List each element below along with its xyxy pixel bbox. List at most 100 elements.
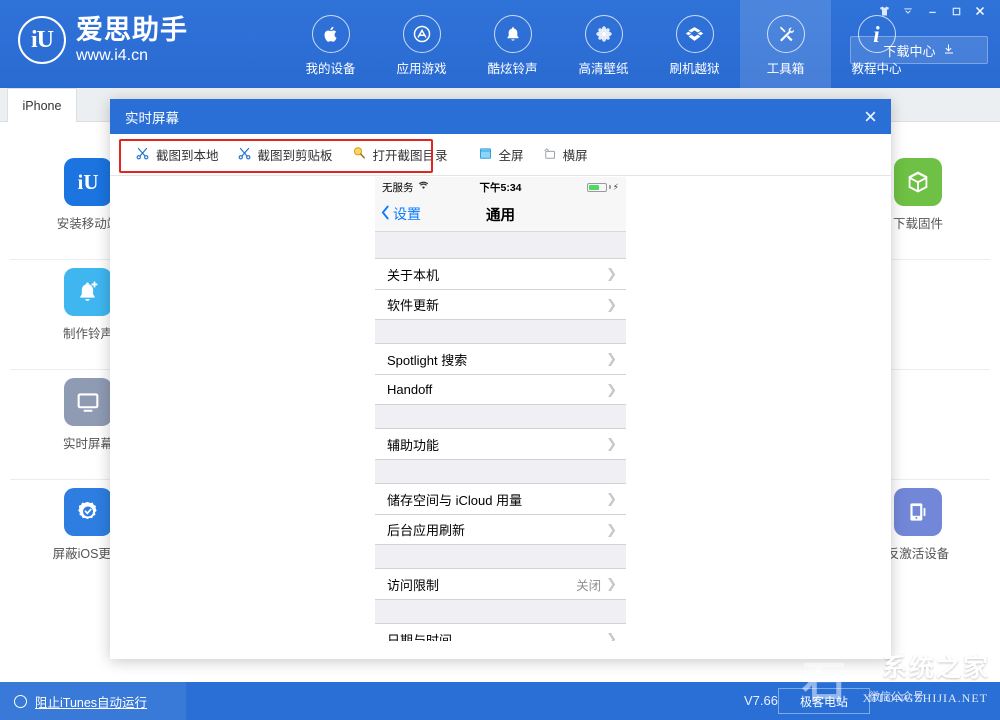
nav-item-my-device[interactable]: 我的设备 xyxy=(285,0,376,88)
device-deactivate-icon xyxy=(894,488,942,536)
charging-icon: ⚡ xyxy=(613,182,619,193)
dialog-close-button[interactable] xyxy=(849,99,891,134)
tab-iphone-label: iPhone xyxy=(23,99,62,113)
toolbar-label: 横屏 xyxy=(563,145,588,164)
nav-label: 高清壁纸 xyxy=(578,58,628,77)
landscape-button[interactable]: 横屏 xyxy=(533,142,597,168)
settings-group: 辅助功能 ❯ xyxy=(375,428,626,460)
dialog-toolbar: 截图到本地 截图到剪贴板 打开截图目录 xyxy=(110,134,891,176)
row-label: 辅助功能 xyxy=(387,435,439,454)
settings-row-accessibility[interactable]: 辅助功能 ❯ xyxy=(375,429,626,459)
settings-row-background-refresh[interactable]: 后台应用刷新 ❯ xyxy=(375,514,626,544)
box-open-icon xyxy=(676,15,714,53)
wechat-button-label: 极客电站 xyxy=(800,693,848,710)
skin-shirt-icon[interactable] xyxy=(872,1,896,21)
nav-item-ringtones[interactable]: 酷炫铃声 xyxy=(467,0,558,88)
app-statusbar: 阻止iTunes自动运行 V7.66 极客电站 xyxy=(0,682,1000,720)
brand-name: 爱思助手 xyxy=(76,17,188,44)
nav-label: 刷机越狱 xyxy=(669,58,719,77)
chevron-right-icon: ❯ xyxy=(606,522,617,538)
settings-row-handoff[interactable]: Handoff ❯ xyxy=(375,374,626,404)
list-gap xyxy=(375,600,626,623)
chevron-right-icon: ❯ xyxy=(606,631,617,641)
dialog-titlebar[interactable]: 实时屏幕 xyxy=(110,99,891,134)
nav-label: 工具箱 xyxy=(767,58,805,77)
list-gap xyxy=(375,545,626,568)
app-header: iU 爱思助手 www.i4.cn 我的设备 xyxy=(0,0,1000,88)
gear-block-icon xyxy=(64,488,112,536)
row-label: 日期与时间 xyxy=(387,630,452,642)
window-controls xyxy=(872,0,992,22)
screenshot-to-local-button[interactable]: 截图到本地 xyxy=(126,142,228,168)
toolbar-label: 打开截图目录 xyxy=(373,145,448,164)
block-itunes-label: 阻止iTunes自动运行 xyxy=(35,692,147,711)
settings-row-restrictions[interactable]: 访问限制 关闭 ❯ xyxy=(375,569,626,599)
row-value: 关闭 xyxy=(576,575,601,594)
tool-label: 实时屏幕 xyxy=(63,433,113,452)
toolbar-label: 截图到本地 xyxy=(156,145,219,164)
nav-label: 酷炫铃声 xyxy=(487,58,537,77)
settings-row-software-update[interactable]: 软件更新 ❯ xyxy=(375,289,626,319)
cube-icon xyxy=(894,158,942,206)
tools-icon xyxy=(767,15,805,53)
tab-iphone[interactable]: iPhone xyxy=(7,88,77,122)
chevron-right-icon: ❯ xyxy=(606,491,617,507)
nav-item-toolbox[interactable]: 工具箱 xyxy=(740,0,831,88)
open-screenshot-folder-button[interactable]: 打开截图目录 xyxy=(342,142,457,168)
fullscreen-button[interactable]: 全屏 xyxy=(469,142,533,168)
row-label: Spotlight 搜索 xyxy=(387,350,467,369)
brand-logo[interactable]: iU 爱思助手 www.i4.cn xyxy=(18,16,188,64)
scissors-icon xyxy=(237,146,252,164)
list-gap xyxy=(375,320,626,343)
i4-assistant-window: iU 爱思助手 www.i4.cn 我的设备 xyxy=(0,0,1000,720)
maximize-icon[interactable] xyxy=(944,1,968,21)
row-label: 后台应用刷新 xyxy=(387,520,465,539)
download-arrow-icon xyxy=(943,43,955,58)
settings-group: Spotlight 搜索 ❯ Handoff ❯ xyxy=(375,343,626,405)
row-label: 关于本机 xyxy=(387,265,439,284)
settings-group: 关于本机 ❯ 软件更新 ❯ xyxy=(375,258,626,320)
ios-navigation-bar: 设置 通用 xyxy=(375,197,626,232)
dialog-title: 实时屏幕 xyxy=(125,107,179,127)
toolbar-label: 截图到剪贴板 xyxy=(258,145,333,164)
settings-row-spotlight[interactable]: Spotlight 搜索 ❯ xyxy=(375,344,626,374)
row-label: Handoff xyxy=(387,382,432,397)
download-center-button[interactable]: 下载中心 xyxy=(850,36,988,64)
row-label: 储存空间与 iCloud 用量 xyxy=(387,490,522,509)
block-itunes-toggle[interactable]: 阻止iTunes自动运行 xyxy=(0,682,186,720)
nav-item-wallpapers[interactable]: 高清壁纸 xyxy=(558,0,649,88)
row-label: 软件更新 xyxy=(387,295,439,314)
settings-group: 访问限制 关闭 ❯ xyxy=(375,568,626,600)
tool-label: 反激活设备 xyxy=(887,543,950,562)
chevron-down-icon[interactable] xyxy=(896,1,920,21)
phone-mirror-view[interactable]: 无服务 下午5:34 ⚡ xyxy=(375,177,626,641)
chevron-right-icon: ❯ xyxy=(606,436,617,452)
chevron-right-icon: ❯ xyxy=(606,266,617,282)
chevron-right-icon: ❯ xyxy=(606,576,617,592)
battery-icon: ⚡ xyxy=(587,182,619,193)
appstore-icon xyxy=(403,15,441,53)
chevron-right-icon: ❯ xyxy=(606,382,617,398)
list-gap xyxy=(375,405,626,428)
i4-app-icon: iU xyxy=(64,158,112,206)
settings-row-about[interactable]: 关于本机 ❯ xyxy=(375,259,626,289)
screenshot-to-clipboard-button[interactable]: 截图到剪贴板 xyxy=(228,142,342,168)
nav-item-flash-jailbreak[interactable]: 刷机越狱 xyxy=(649,0,740,88)
wechat-button[interactable]: 极客电站 xyxy=(778,688,870,714)
close-icon[interactable] xyxy=(968,1,992,21)
chevron-right-icon: ❯ xyxy=(606,297,617,313)
settings-row-date-time[interactable]: 日期与时间 ❯ xyxy=(375,624,626,641)
monitor-icon xyxy=(64,378,112,426)
toolbar-label: 全屏 xyxy=(499,145,524,164)
minimize-icon[interactable] xyxy=(920,1,944,21)
row-label: 访问限制 xyxy=(387,575,439,594)
bell-icon xyxy=(494,15,532,53)
radio-icon[interactable] xyxy=(14,695,27,708)
version-label: V7.66 xyxy=(744,693,778,708)
list-gap xyxy=(375,232,626,258)
ios-status-bar: 无服务 下午5:34 ⚡ xyxy=(375,177,626,197)
nav-item-apps-games[interactable]: 应用游戏 xyxy=(376,0,467,88)
tool-label: 制作铃声 xyxy=(63,323,113,342)
bell-plus-icon xyxy=(64,268,112,316)
settings-row-storage-icloud[interactable]: 储存空间与 iCloud 用量 ❯ xyxy=(375,484,626,514)
